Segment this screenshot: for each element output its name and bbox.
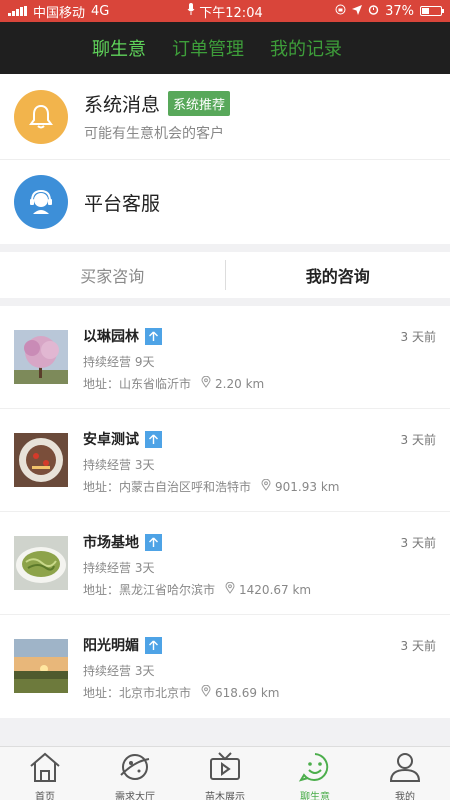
battery-icon xyxy=(420,6,445,16)
location-pin-icon xyxy=(225,581,235,597)
top-tab-bar: 聊生意 订单管理 我的记录 xyxy=(0,22,450,74)
tab-my-records[interactable]: 我的记录 xyxy=(270,35,342,61)
timestamp: 3 天前 xyxy=(400,330,436,344)
clock-time: 下午12:04 xyxy=(199,5,263,21)
system-message-card[interactable]: 系统消息 系统推荐 可能有生意机会的客户 xyxy=(0,74,450,160)
status-bar: 中国移动 4G 下午12:04 37% xyxy=(0,0,450,22)
distance-value: 2.20 km xyxy=(215,376,265,391)
platform-service-card[interactable]: 平台客服 xyxy=(0,160,450,244)
battery-percent: 37% xyxy=(385,3,415,19)
tab-chat-business[interactable]: 聊生意 xyxy=(92,35,146,61)
nav-mine[interactable]: 我的 xyxy=(360,747,450,800)
list-item[interactable]: 以琳园林 3 天前 持续经营 9天 地址：山东省临沂市 2.20 km xyxy=(0,306,450,409)
alarm-icon xyxy=(368,4,379,19)
merchant-name: 以琳园林 xyxy=(83,329,139,345)
list-item[interactable]: 市场基地 3 天前 持续经营 3天 地址：黑龙江省哈尔滨市 1420.67 km xyxy=(0,512,450,615)
address-prefix: 地址： xyxy=(83,686,120,700)
operation-duration: 持续经营 3天 xyxy=(83,664,155,678)
merchant-name: 市场基地 xyxy=(83,535,139,551)
merchant-name: 阳光明媚 xyxy=(83,638,139,654)
nav-label: 需求大厅 xyxy=(115,792,155,800)
cake-thumbnail xyxy=(14,433,68,487)
operation-duration: 持续经营 3天 xyxy=(83,458,155,472)
sunset-thumbnail xyxy=(14,639,68,693)
distance-value: 1420.67 km xyxy=(239,582,312,597)
address-prefix: 地址： xyxy=(83,377,120,391)
timestamp: 3 天前 xyxy=(400,433,436,447)
planet-icon xyxy=(118,751,152,786)
location-pin-icon xyxy=(261,478,271,494)
distance-value: 618.69 km xyxy=(215,685,280,700)
system-message-title: 系统消息 xyxy=(84,94,161,116)
noodles-thumbnail xyxy=(14,536,68,590)
consult-list: 以琳园林 3 天前 持续经营 9天 地址：山东省临沂市 2.20 km 安卓测试… xyxy=(0,306,450,718)
merchant-name: 安卓测试 xyxy=(83,432,139,448)
arrow-up-icon xyxy=(145,327,162,345)
tab-buyer-consult[interactable]: 买家咨询 xyxy=(0,263,225,287)
nav-label: 我的 xyxy=(395,792,415,800)
nav-chat-business[interactable]: 聊生意 xyxy=(270,747,360,800)
distance-value: 901.93 km xyxy=(275,479,340,494)
tab-my-consult[interactable]: 我的咨询 xyxy=(226,263,450,287)
carrier-label: 中国移动 xyxy=(33,5,86,21)
list-item[interactable]: 阳光明媚 3 天前 持续经营 3天 地址：北京市北京市 618.69 km xyxy=(0,615,450,718)
user-icon xyxy=(388,751,422,786)
arrow-up-icon xyxy=(145,636,162,654)
network-label: 4G xyxy=(91,3,110,19)
list-item[interactable]: 安卓测试 3 天前 持续经营 3天 地址：内蒙古自治区呼和浩特市 901.93 … xyxy=(0,409,450,512)
timestamp: 3 天前 xyxy=(400,536,436,550)
bell-icon xyxy=(14,89,68,144)
lock-rotation-icon xyxy=(335,4,346,19)
arrow-up-icon xyxy=(145,430,162,448)
operation-duration: 持续经营 3天 xyxy=(83,561,155,575)
smile-chat-icon xyxy=(298,751,332,786)
location-icon xyxy=(352,4,363,19)
location-pin-icon xyxy=(201,684,211,700)
nav-label: 聊生意 xyxy=(300,792,330,800)
system-recommend-badge: 系统推荐 xyxy=(168,91,231,116)
mic-icon xyxy=(187,3,195,19)
address-prefix: 地址： xyxy=(83,583,120,597)
timestamp: 3 天前 xyxy=(400,639,436,653)
nav-seedling-display[interactable]: 苗木展示 xyxy=(180,747,270,800)
tv-icon xyxy=(208,751,242,786)
nav-label: 首页 xyxy=(35,792,55,800)
arrow-up-icon xyxy=(145,533,162,551)
address-prefix: 地址： xyxy=(83,480,120,494)
bottom-nav: 首页 需求大厅 苗木展示 聊生意 我的 xyxy=(0,746,450,800)
system-message-subtitle: 可能有生意机会的客户 xyxy=(84,126,224,142)
address-value: 北京市北京市 xyxy=(119,686,192,700)
signal-icon xyxy=(8,6,27,16)
magnolia-tree-thumbnail xyxy=(14,330,68,384)
home-icon xyxy=(28,751,62,786)
tab-order-management[interactable]: 订单管理 xyxy=(172,35,244,61)
platform-service-title: 平台客服 xyxy=(84,192,161,215)
operation-duration: 持续经营 9天 xyxy=(83,355,155,369)
address-value: 内蒙古自治区呼和浩特市 xyxy=(119,480,252,494)
location-pin-icon xyxy=(201,375,211,391)
consult-segment: 买家咨询 我的咨询 xyxy=(0,252,450,298)
address-value: 黑龙江省哈尔滨市 xyxy=(119,583,216,597)
customer-service-icon xyxy=(14,175,68,229)
nav-home[interactable]: 首页 xyxy=(0,747,90,800)
address-value: 山东省临沂市 xyxy=(119,377,192,391)
nav-demand-hall[interactable]: 需求大厅 xyxy=(90,747,180,800)
nav-label: 苗木展示 xyxy=(205,792,245,800)
